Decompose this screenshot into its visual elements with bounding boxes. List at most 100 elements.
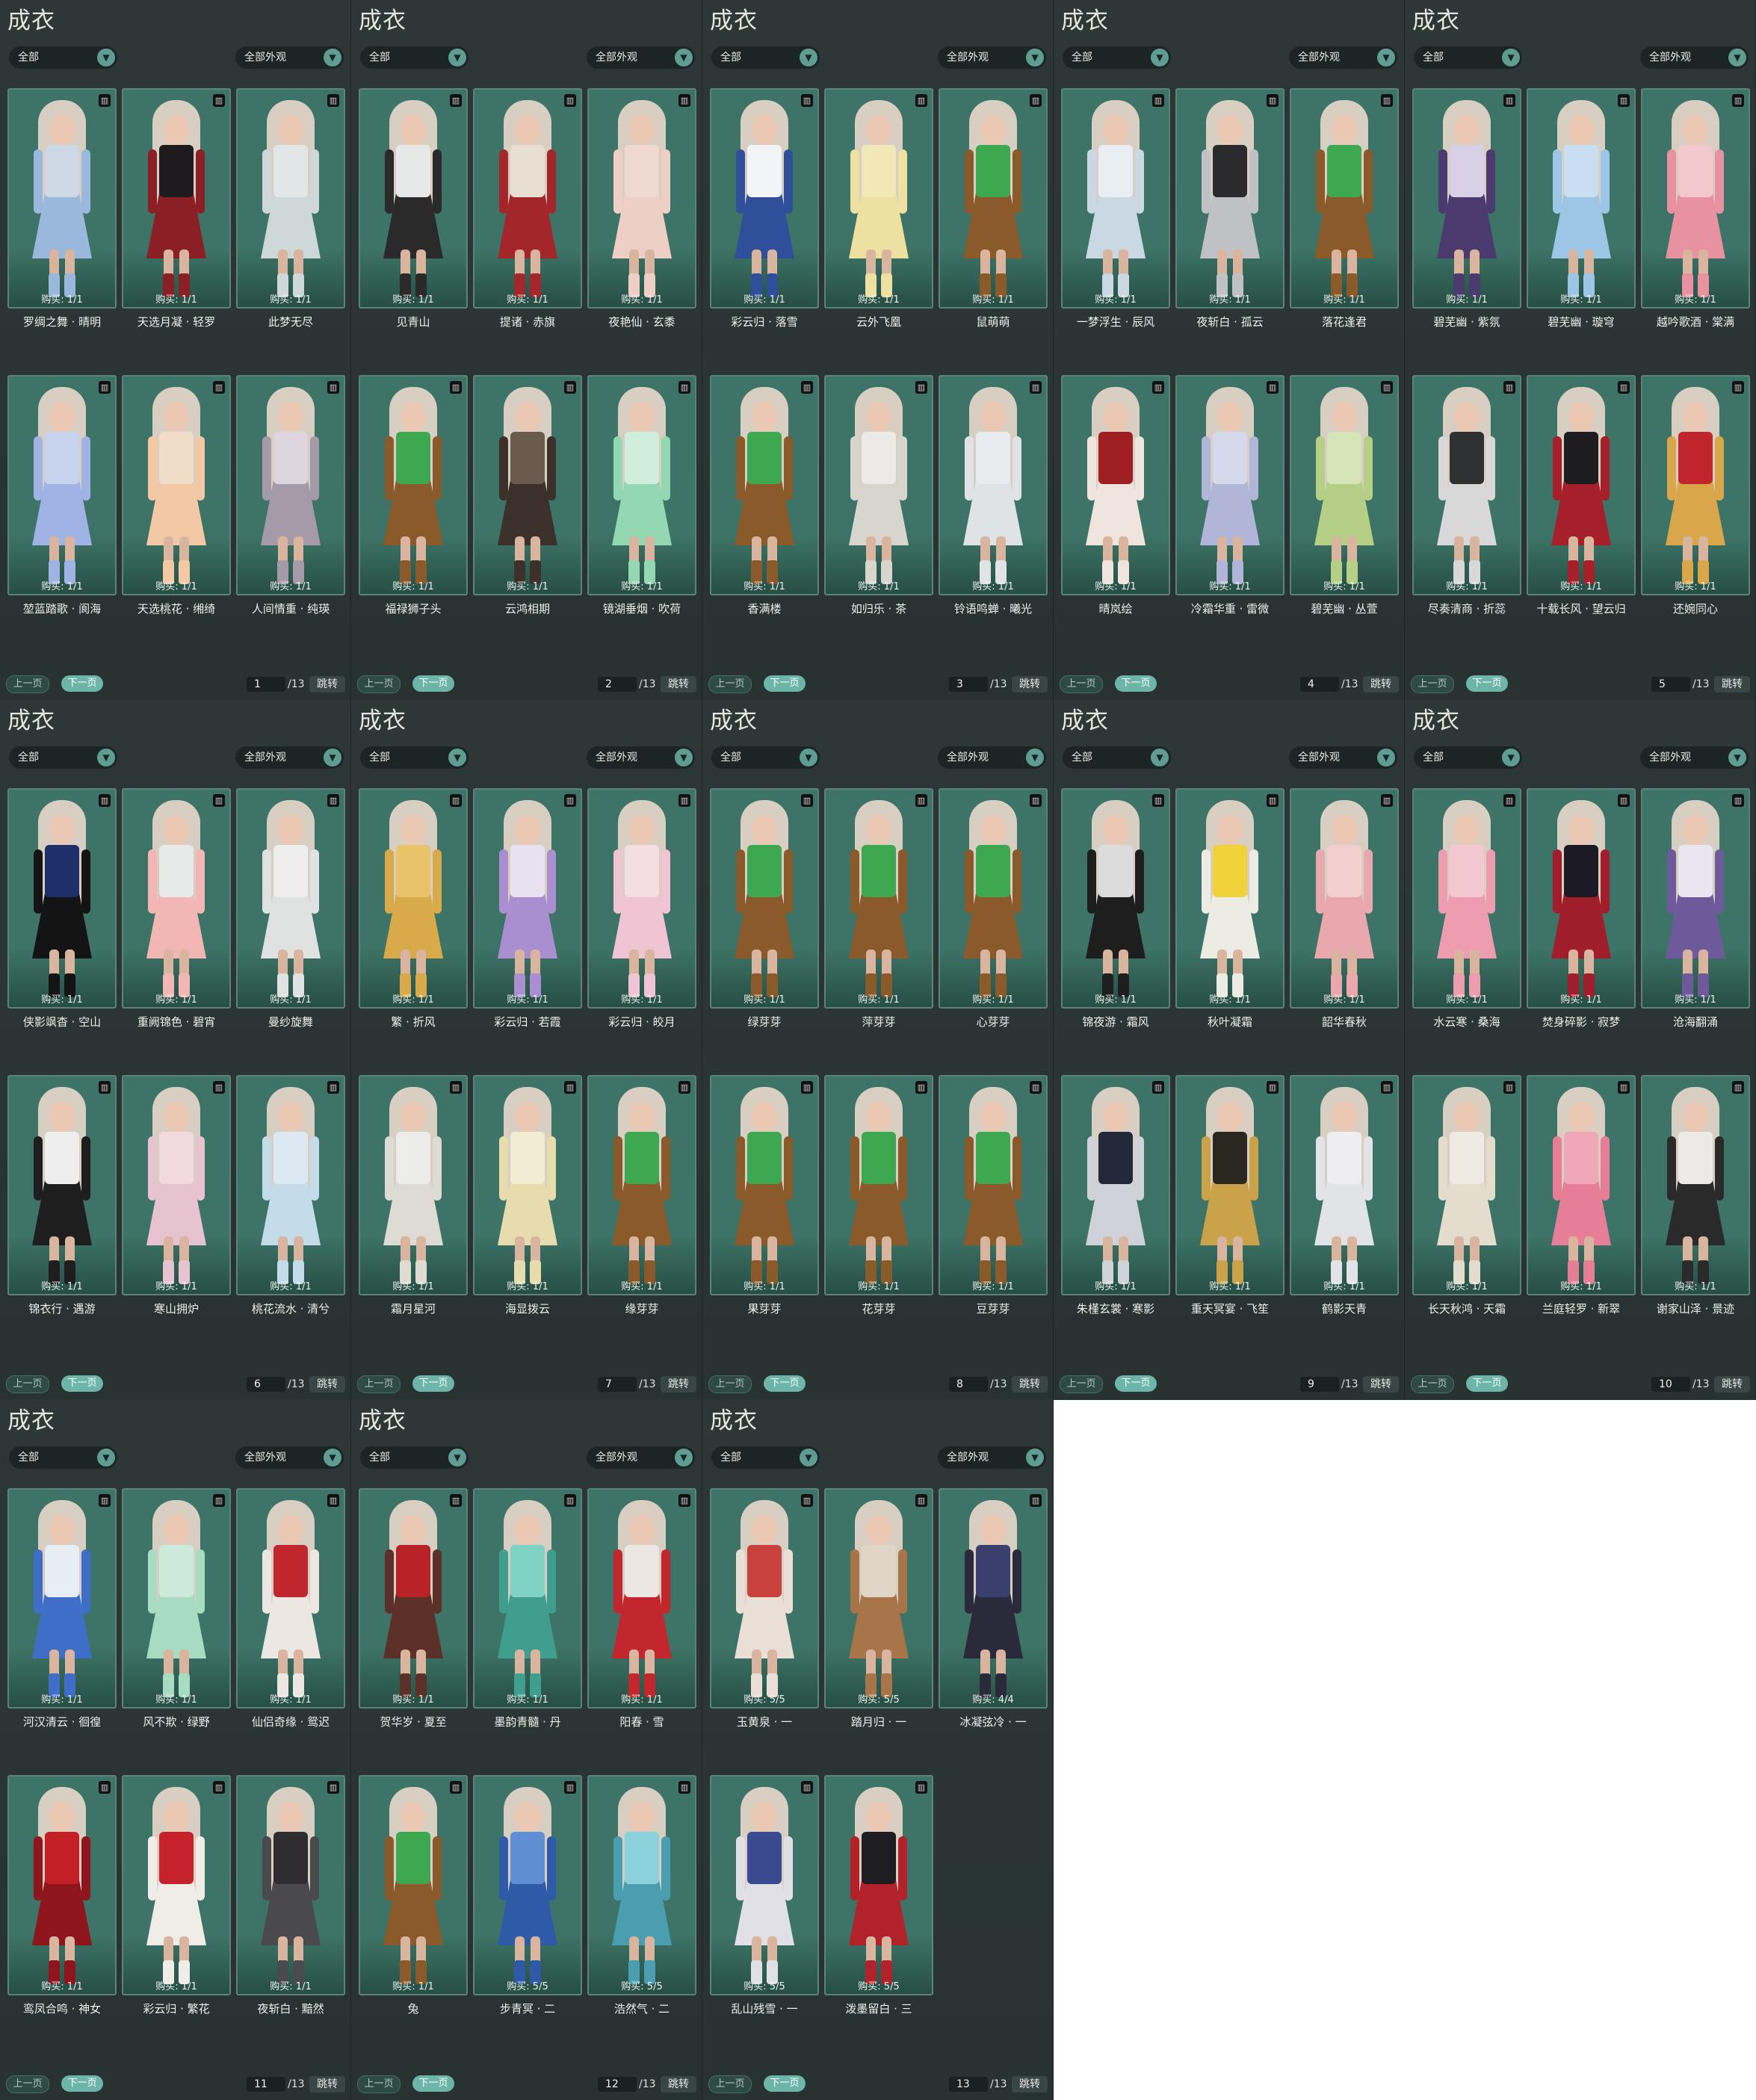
page-number-input[interactable]: 3: [949, 677, 988, 692]
chevron-down-icon[interactable]: ▼: [800, 49, 817, 66]
trash-icon[interactable]: ▥: [678, 1494, 690, 1507]
outfit-card[interactable]: ▥ 购买: 1/1: [939, 1075, 1048, 1295]
trash-icon[interactable]: ▥: [450, 1781, 462, 1794]
chevron-down-icon[interactable]: ▼: [97, 1449, 115, 1466]
outfit-card[interactable]: ▥ 购买: 1/1: [7, 88, 117, 309]
trash-icon[interactable]: ▥: [99, 1081, 111, 1094]
trash-icon[interactable]: ▥: [1030, 381, 1042, 394]
category-filter[interactable]: 全部 ▼: [711, 46, 820, 69]
appearance-filter[interactable]: 全部外观 ▼: [235, 746, 344, 769]
trash-icon[interactable]: ▥: [99, 794, 111, 807]
chevron-down-icon[interactable]: ▼: [1377, 749, 1395, 766]
jump-button[interactable]: 跳转: [309, 2076, 345, 2093]
appearance-filter[interactable]: 全部外观 ▼: [938, 46, 1046, 69]
trash-icon[interactable]: ▥: [213, 381, 225, 394]
trash-icon[interactable]: ▥: [327, 794, 339, 807]
trash-icon[interactable]: ▥: [678, 94, 690, 107]
outfit-card[interactable]: ▥ 购买: 1/1: [1290, 1075, 1399, 1295]
outfit-card[interactable]: ▥ 购买: 1/1: [939, 788, 1048, 1009]
chevron-down-icon[interactable]: ▼: [1026, 1449, 1044, 1466]
appearance-filter[interactable]: 全部外观 ▼: [1289, 46, 1397, 69]
trash-icon[interactable]: ▥: [1152, 94, 1164, 107]
page-number-input[interactable]: 4: [1300, 677, 1339, 692]
outfit-card[interactable]: ▥ 购买: 1/1: [587, 1488, 696, 1709]
trash-icon[interactable]: ▥: [1030, 1494, 1042, 1507]
trash-icon[interactable]: ▥: [327, 94, 339, 107]
jump-button[interactable]: 跳转: [1714, 1376, 1750, 1393]
trash-icon[interactable]: ▥: [327, 1081, 339, 1094]
trash-icon[interactable]: ▥: [915, 1494, 927, 1507]
trash-icon[interactable]: ▥: [450, 1494, 462, 1507]
category-filter[interactable]: 全部 ▼: [9, 46, 117, 69]
outfit-card[interactable]: ▥ 购买: 1/1: [473, 1488, 582, 1709]
appearance-filter[interactable]: 全部外观 ▼: [938, 746, 1046, 769]
page-number-input[interactable]: 6: [247, 1377, 285, 1392]
chevron-down-icon[interactable]: ▼: [1502, 749, 1520, 766]
outfit-card[interactable]: ▥ 购买: 1/1: [1175, 788, 1284, 1009]
outfit-card[interactable]: ▥ 购买: 1/1: [236, 1075, 345, 1295]
outfit-card[interactable]: ▥ 购买: 1/1: [359, 375, 468, 595]
outfit-card[interactable]: ▥ 购买: 1/1: [236, 1488, 345, 1709]
trash-icon[interactable]: ▥: [1503, 1081, 1515, 1094]
prev-page-button[interactable]: 上一页: [1060, 675, 1103, 693]
chevron-down-icon[interactable]: ▼: [1026, 49, 1044, 66]
next-page-button[interactable]: 下一页: [764, 1375, 806, 1392]
trash-icon[interactable]: ▥: [678, 381, 690, 394]
outfit-card[interactable]: ▥ 购买: 5/5: [710, 1775, 819, 1995]
outfit-card[interactable]: ▥ 购买: 1/1: [1290, 88, 1399, 309]
jump-button[interactable]: 跳转: [661, 2076, 696, 2093]
jump-button[interactable]: 跳转: [309, 1376, 345, 1393]
outfit-card[interactable]: ▥ 购买: 1/1: [7, 1775, 117, 1995]
trash-icon[interactable]: ▥: [1152, 381, 1164, 394]
outfit-card[interactable]: ▥ 购买: 1/1: [1412, 88, 1521, 309]
jump-button[interactable]: 跳转: [661, 1376, 696, 1393]
trash-icon[interactable]: ▥: [213, 1081, 225, 1094]
outfit-card[interactable]: ▥ 购买: 1/1: [710, 788, 819, 1009]
next-page-button[interactable]: 下一页: [61, 1375, 103, 1392]
trash-icon[interactable]: ▥: [99, 1494, 111, 1507]
outfit-card[interactable]: ▥ 购买: 1/1: [1061, 375, 1170, 595]
trash-icon[interactable]: ▥: [1381, 94, 1393, 107]
outfit-card[interactable]: ▥ 购买: 1/1: [939, 88, 1048, 309]
category-filter[interactable]: 全部 ▼: [9, 1446, 117, 1469]
outfit-card[interactable]: ▥ 购买: 1/1: [1175, 88, 1284, 309]
category-filter[interactable]: 全部 ▼: [9, 746, 117, 769]
chevron-down-icon[interactable]: ▼: [1151, 749, 1169, 766]
prev-page-button[interactable]: 上一页: [357, 1375, 401, 1393]
appearance-filter[interactable]: 全部外观 ▼: [235, 46, 344, 69]
outfit-card[interactable]: ▥ 购买: 1/1: [359, 1488, 468, 1709]
trash-icon[interactable]: ▥: [801, 1081, 813, 1094]
trash-icon[interactable]: ▥: [1152, 1081, 1164, 1094]
trash-icon[interactable]: ▥: [1618, 1081, 1630, 1094]
next-page-button[interactable]: 下一页: [1115, 675, 1157, 692]
trash-icon[interactable]: ▥: [1381, 381, 1393, 394]
trash-icon[interactable]: ▥: [450, 94, 462, 107]
trash-icon[interactable]: ▥: [564, 794, 576, 807]
chevron-down-icon[interactable]: ▼: [448, 49, 466, 66]
outfit-card[interactable]: ▥ 购买: 1/1: [824, 1075, 933, 1295]
outfit-card[interactable]: ▥ 购买: 1/1: [1641, 788, 1750, 1009]
outfit-card[interactable]: ▥ 购买: 1/1: [473, 375, 582, 595]
outfit-card[interactable]: ▥ 购买: 1/1: [1527, 375, 1636, 595]
outfit-card[interactable]: ▥ 购买: 1/1: [1412, 375, 1521, 595]
trash-icon[interactable]: ▥: [450, 794, 462, 807]
trash-icon[interactable]: ▥: [678, 1081, 690, 1094]
outfit-card[interactable]: ▥ 购买: 1/1: [1061, 88, 1170, 309]
next-page-button[interactable]: 下一页: [412, 2075, 454, 2092]
category-filter[interactable]: 全部 ▼: [1414, 46, 1522, 69]
trash-icon[interactable]: ▥: [915, 1781, 927, 1794]
chevron-down-icon[interactable]: ▼: [675, 49, 693, 66]
outfit-card[interactable]: ▥ 购买: 1/1: [473, 88, 582, 309]
outfit-card[interactable]: ▥ 购买: 1/1: [587, 88, 696, 309]
category-filter[interactable]: 全部 ▼: [360, 1446, 469, 1469]
outfit-card[interactable]: ▥ 购买: 1/1: [1527, 1075, 1636, 1295]
trash-icon[interactable]: ▥: [213, 1781, 225, 1794]
appearance-filter[interactable]: 全部外观 ▼: [938, 1446, 1046, 1469]
prev-page-button[interactable]: 上一页: [708, 1375, 752, 1393]
prev-page-button[interactable]: 上一页: [1411, 675, 1454, 693]
page-number-input[interactable]: 2: [598, 677, 637, 692]
appearance-filter[interactable]: 全部外观 ▼: [587, 746, 695, 769]
jump-button[interactable]: 跳转: [1363, 676, 1399, 693]
trash-icon[interactable]: ▥: [1381, 1081, 1393, 1094]
outfit-card[interactable]: ▥ 购买: 1/1: [587, 375, 696, 595]
